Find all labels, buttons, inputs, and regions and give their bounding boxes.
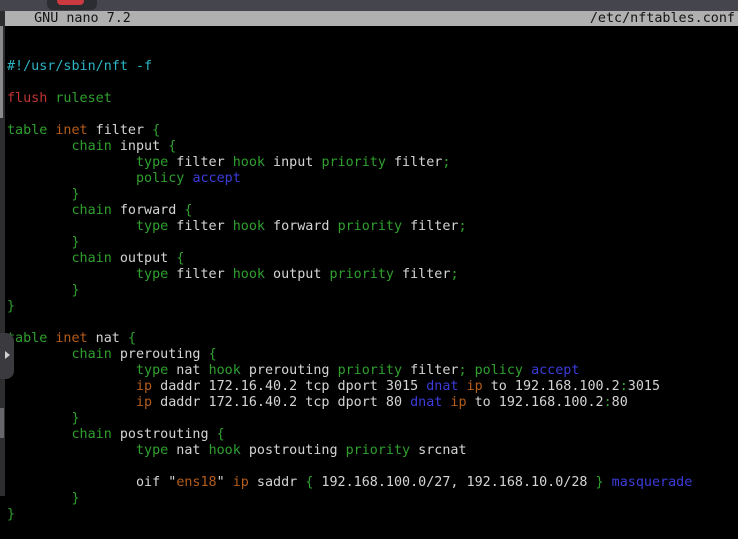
code-line: table inet filter { (7, 123, 738, 139)
code-line (7, 315, 738, 331)
code-line: table inet nat { (7, 331, 738, 347)
code-line: chain forward { (7, 203, 738, 219)
scrollbar-thumb-lower[interactable] (0, 408, 4, 438)
code-line: type filter hook output priority filter; (7, 267, 738, 283)
code-line: chain output { (7, 251, 738, 267)
code-line: chain input { (7, 139, 738, 155)
code-line (7, 459, 738, 475)
code-line: type filter hook forward priority filter… (7, 219, 738, 235)
code-line: } (7, 491, 738, 507)
code-line: } (7, 411, 738, 427)
editor-area[interactable]: #!/usr/sbin/nft -f flush ruleset table ine… (7, 27, 738, 496)
code-line (7, 75, 738, 91)
code-line: #!/usr/sbin/nft -f (7, 59, 738, 75)
code-line: } (7, 283, 738, 299)
left-scrollbar-track (0, 11, 5, 496)
code-line: policy accept (7, 171, 738, 187)
scrollbar-thumb-top[interactable] (0, 26, 3, 118)
code-line: oif "ens18" ip saddr { 192.168.100.0/27,… (7, 475, 738, 491)
browser-tab[interactable] (47, 0, 97, 10)
file-path: /etc/nftables.conf (590, 11, 738, 26)
tab-close-button[interactable] (57, 0, 84, 5)
code-line: chain prerouting { (7, 347, 738, 363)
code-line: type filter hook input priority filter; (7, 155, 738, 171)
sidebar-toggle-handle[interactable] (0, 333, 14, 379)
app-title: GNU nano 7.2 (5, 11, 131, 26)
code-line: type nat hook prerouting priority filter… (7, 363, 738, 379)
code-line: flush ruleset (7, 91, 738, 107)
window-chrome-bar (0, 0, 738, 11)
code-line: } (7, 187, 738, 203)
code-line: type nat hook postrouting priority srcna… (7, 443, 738, 459)
code-line (7, 107, 738, 123)
code-line: ip daddr 172.16.40.2 tcp dport 80 dnat i… (7, 395, 738, 411)
code-line: } (7, 235, 738, 251)
code-line: } (7, 299, 738, 315)
code-line: ip daddr 172.16.40.2 tcp dport 3015 dnat… (7, 379, 738, 395)
code-line: } (7, 507, 738, 523)
chevron-right-icon (5, 351, 10, 359)
code-lines: #!/usr/sbin/nft -f flush ruleset table ine… (7, 59, 738, 523)
code-line: chain postrouting { (7, 427, 738, 443)
nano-titlebar: GNU nano 7.2 /etc/nftables.conf (5, 11, 738, 26)
